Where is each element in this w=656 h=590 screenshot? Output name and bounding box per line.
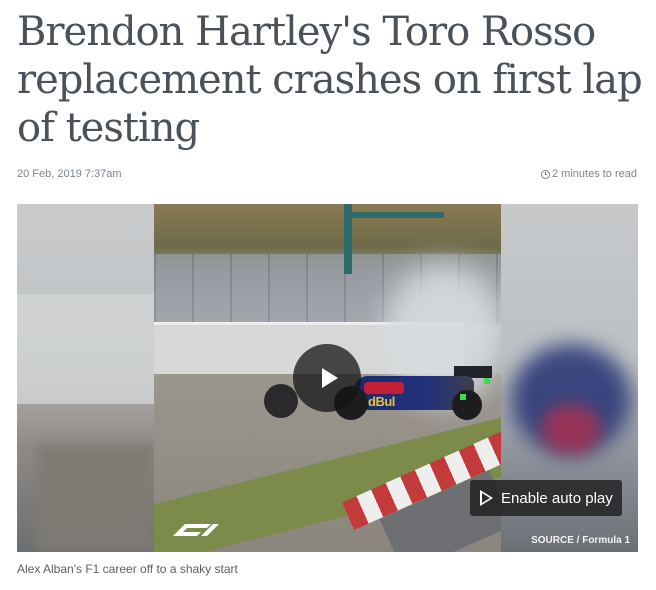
- article-headline: Brendon Hartley's Toro Rosso replacement…: [17, 9, 643, 151]
- play-icon: [321, 368, 338, 388]
- clock-icon: [541, 169, 550, 179]
- publish-date: 20 Feb, 2019 7:37am: [17, 168, 122, 180]
- car-logo-text: dBul: [368, 394, 395, 409]
- enable-autoplay-button[interactable]: Enable auto play: [470, 480, 622, 516]
- play-button[interactable]: [293, 344, 361, 412]
- article-meta: 20 Feb, 2019 7:37am 2 minutes to read: [17, 168, 637, 184]
- video-source: SOURCE / Formula 1: [531, 535, 630, 546]
- read-time-label: 2 minutes to read: [552, 168, 637, 180]
- video-player[interactable]: dBul Enable auto play SOURCE / Formula 1: [17, 204, 638, 552]
- video-blur-left: [17, 204, 154, 552]
- read-time: 2 minutes to read: [541, 168, 637, 180]
- autoplay-label: Enable auto play: [501, 489, 613, 507]
- video-caption: Alex Alban's F1 career off to a shaky st…: [17, 562, 238, 576]
- f1-logo: [173, 524, 219, 536]
- play-outline-icon: [480, 490, 493, 506]
